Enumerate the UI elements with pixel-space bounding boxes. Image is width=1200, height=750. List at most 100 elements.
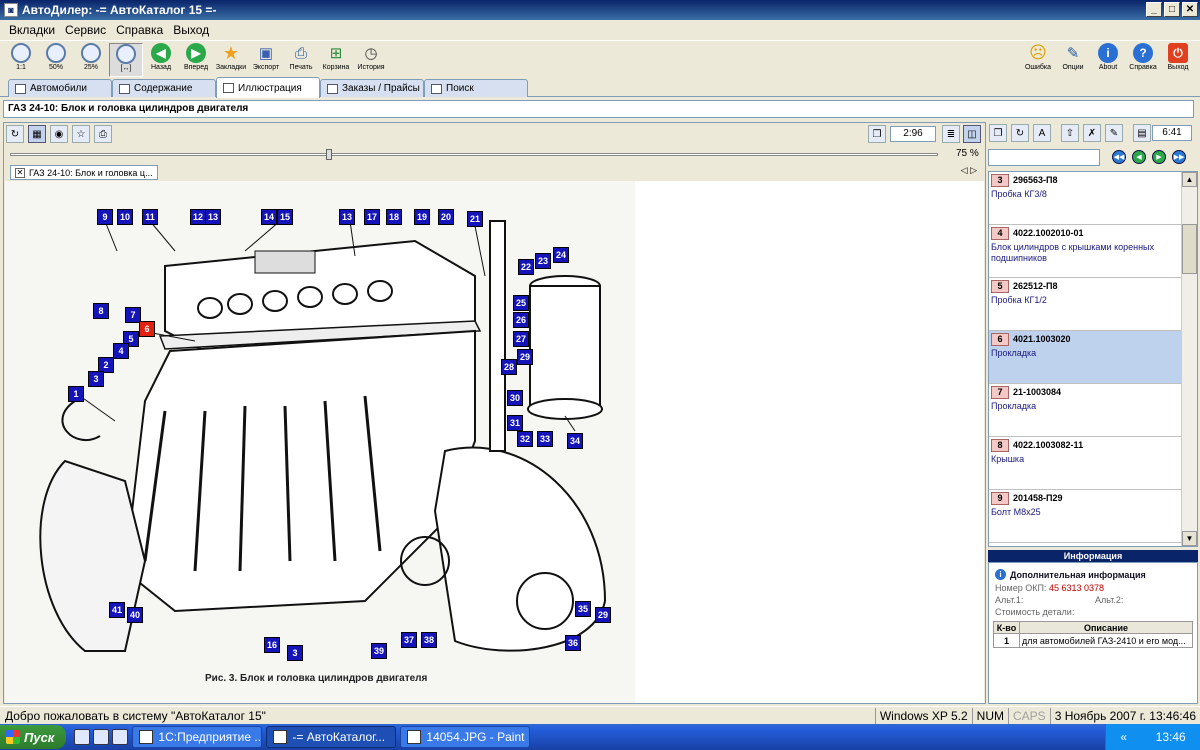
first-button[interactable]: ◀◀: [1112, 150, 1126, 164]
refresh-button[interactable]: ↻: [6, 125, 24, 143]
next-button[interactable]: ▶: [1152, 150, 1166, 164]
menu-exit[interactable]: Выход: [168, 23, 214, 37]
zoom-slider-thumb[interactable]: [326, 149, 332, 160]
callout-25[interactable]: 25: [513, 295, 529, 311]
callout-13[interactable]: 13: [339, 209, 355, 225]
callout-34[interactable]: 34: [567, 433, 583, 449]
callout-10[interactable]: 10: [117, 209, 133, 225]
parts-list[interactable]: 3 296563-П8 Пробка КГ3/8 4 4022.1002010-01 Бл…: [988, 171, 1198, 547]
print-illustration-button[interactable]: ⎙: [94, 125, 112, 143]
bookmarks-button[interactable]: ★ Закладки: [214, 43, 248, 77]
document-tab[interactable]: ✕ ГАЗ 24-10: Блок и головка ц...: [10, 165, 158, 180]
last-button[interactable]: ▶▶: [1172, 150, 1186, 164]
callout-24[interactable]: 24: [553, 247, 569, 263]
callout-29[interactable]: 29: [517, 349, 533, 365]
back-button[interactable]: ◀ Назад: [144, 43, 178, 77]
tab-contents[interactable]: Содержание: [112, 79, 216, 97]
grid-view-button[interactable]: ▦: [28, 125, 46, 143]
callout-3[interactable]: 3: [88, 371, 104, 387]
sort-button[interactable]: A: [1033, 124, 1051, 142]
list-view-button[interactable]: ≣: [942, 125, 960, 143]
basket-button[interactable]: ⊞ Корзина: [319, 43, 353, 77]
callout-8[interactable]: 8: [93, 303, 109, 319]
options-button[interactable]: ✎ Опции: [1056, 43, 1090, 77]
parts-search-input[interactable]: [988, 149, 1100, 166]
illustration-canvas[interactable]: 9 10 11 12 13 14 15 13 17 18 19 20 21 22 23 24 8 7 6 5 4 2 3 1 2…: [5, 181, 984, 703]
callout-23[interactable]: 23: [535, 253, 551, 269]
minimize-button[interactable]: _: [1146, 2, 1162, 17]
callout-30[interactable]: 30: [507, 390, 523, 406]
callout-16[interactable]: 16: [264, 637, 280, 653]
close-button[interactable]: ✕: [1182, 2, 1198, 17]
callout-35[interactable]: 35: [575, 601, 591, 617]
zoom-25-button[interactable]: 25%: [74, 43, 108, 77]
close-icon[interactable]: ✕: [15, 167, 25, 178]
save-button[interactable]: ▤: [1133, 124, 1151, 142]
zoom-1-1-button[interactable]: 1:1: [4, 43, 38, 77]
bookmark-add-button[interactable]: ☆: [72, 125, 90, 143]
callout-36[interactable]: 36: [565, 635, 581, 651]
callout-37[interactable]: 37: [401, 632, 417, 648]
maximize-button[interactable]: □: [1164, 2, 1180, 17]
zoom-fit-button[interactable]: [↔]: [109, 43, 143, 77]
tab-orders[interactable]: Заказы / Прайсы: [320, 79, 424, 97]
list-item[interactable]: 3 296563-П8 Пробка КГ3/8: [989, 172, 1182, 225]
help-button[interactable]: ? Справка: [1126, 43, 1160, 77]
list-item[interactable]: 8 4022.1003082-11 Крышка: [989, 437, 1182, 490]
refresh-list-button[interactable]: ↻: [1011, 124, 1029, 142]
tab-cars[interactable]: Автомобили: [8, 79, 112, 97]
list-item[interactable]: 9 201458-П29 Болт М8х25: [989, 490, 1182, 543]
parts-scrollbar[interactable]: ▲ ▼: [1181, 172, 1197, 546]
callout-11[interactable]: 11: [142, 209, 158, 225]
tab-scroll-arrows[interactable]: ◁ ▷: [961, 165, 977, 176]
tab-illustration[interactable]: Иллюстрация: [216, 77, 320, 98]
print-button[interactable]: ⎙ Печать: [284, 43, 318, 77]
menu-tabs[interactable]: Вкладки: [4, 23, 60, 37]
zoom-50-button[interactable]: 50%: [39, 43, 73, 77]
callout-4[interactable]: 4: [113, 343, 129, 359]
callout-17[interactable]: 17: [364, 209, 380, 225]
list-item[interactable]: 5 262512-П8 Пробка КГ1/2: [989, 278, 1182, 331]
callout-26[interactable]: 26: [513, 312, 529, 328]
remove-button[interactable]: ✗: [1083, 124, 1101, 142]
tray-chevron[interactable]: «: [1120, 730, 1127, 744]
callout-18[interactable]: 18: [386, 209, 402, 225]
callout-12[interactable]: 12: [190, 209, 206, 225]
callout-1[interactable]: 1: [68, 386, 84, 402]
callout-31[interactable]: 31: [507, 415, 523, 431]
callout-22[interactable]: 22: [518, 259, 534, 275]
list-item[interactable]: 4 4022.1002010-01 Блок цилиндров с крышкам…: [989, 225, 1182, 278]
split-view-button[interactable]: ◫: [963, 125, 981, 143]
scroll-down-icon[interactable]: ▼: [1182, 531, 1197, 546]
list-item[interactable]: 7 21-1003084 Прокладка: [989, 384, 1182, 437]
callout-19[interactable]: 19: [414, 209, 430, 225]
scroll-up-icon[interactable]: ▲: [1182, 172, 1197, 187]
ie-icon[interactable]: [74, 729, 91, 745]
callout-27[interactable]: 27: [513, 331, 529, 347]
menu-service[interactable]: Сервис: [60, 23, 111, 37]
task-1c[interactable]: 1С:Предприятие ...: [132, 726, 263, 748]
list-item[interactable]: 6 4021.1003020 Прокладка: [989, 331, 1182, 384]
copy-button[interactable]: ❐: [868, 125, 886, 143]
forward-button[interactable]: ▶ Вперед: [179, 43, 213, 77]
callout-39[interactable]: 39: [371, 643, 387, 659]
about-button[interactable]: i About: [1091, 43, 1125, 77]
prev-button[interactable]: ◀: [1132, 150, 1146, 164]
task-paint[interactable]: 14054.JPG - Paint: [400, 726, 531, 748]
callout-9[interactable]: 9: [97, 209, 113, 225]
callout-21[interactable]: 21: [467, 211, 483, 227]
callout-20[interactable]: 20: [438, 209, 454, 225]
error-button[interactable]: ☹ Ошибка: [1021, 43, 1055, 77]
callout-32[interactable]: 32: [517, 431, 533, 447]
callout-28[interactable]: 28: [501, 359, 517, 375]
callout-3[interactable]: 3: [287, 645, 303, 661]
start-button[interactable]: Пуск: [0, 725, 67, 749]
callout-41[interactable]: 41: [109, 602, 125, 618]
sync-button[interactable]: ◉: [50, 125, 68, 143]
tab-search[interactable]: Поиск: [424, 79, 528, 97]
export-button[interactable]: ▣ Экспорт: [249, 43, 283, 77]
edit-button[interactable]: ✎: [1105, 124, 1123, 142]
table-row[interactable]: 1 для автомобилей ГАЗ-2410 и его мод...: [993, 633, 1193, 648]
callout-14[interactable]: 14: [261, 209, 277, 225]
callout-33[interactable]: 33: [537, 431, 553, 447]
